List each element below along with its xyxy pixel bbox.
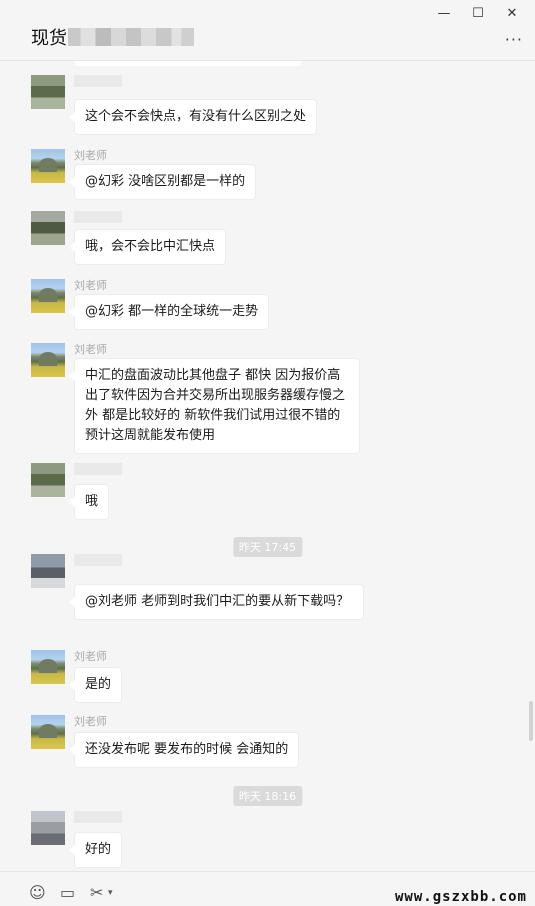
avatar[interactable]	[31, 463, 65, 497]
message-bubble[interactable]: @幻彩 没啥区别都是一样的	[68, 164, 257, 200]
message-bubble[interactable]: 哦	[68, 484, 110, 520]
message-bubble[interactable]: 好的	[68, 832, 123, 868]
chevron-down-icon[interactable]: ▾	[108, 888, 113, 898]
message-bubble[interactable]: 这个会不会快点，有没有什么区别之处	[68, 99, 318, 135]
title-bar: — ☐ ✕ 现货 ···	[0, 0, 535, 61]
previous-message-bubble	[74, 61, 302, 66]
blurred-title-text	[68, 28, 194, 46]
sender-name-blurred	[74, 211, 122, 223]
maximize-button[interactable]: ☐	[461, 4, 495, 22]
sender-name: 刘老师	[74, 149, 107, 162]
avatar[interactable]	[31, 650, 65, 684]
sender-name-blurred	[74, 463, 122, 475]
message-list[interactable]: 这个会不会快点，有没有什么区别之处 刘老师 @幻彩 没啥区别都是一样的 哦，会不…	[0, 61, 535, 871]
more-options-button[interactable]: ···	[505, 30, 523, 49]
sender-name-blurred	[74, 811, 122, 823]
window-controls: — ☐ ✕	[427, 4, 529, 22]
avatar[interactable]	[31, 75, 65, 109]
minimize-button[interactable]: —	[427, 4, 461, 22]
chat-window: — ☐ ✕ 现货 ··· 这个会不会快点，有没有什么区别之处 刘老师 @幻彩 没…	[0, 0, 535, 906]
message-bubble[interactable]: @幻彩 都一样的全球统一走势	[68, 294, 270, 330]
avatar[interactable]	[31, 811, 65, 845]
sender-name: 刘老师	[74, 650, 107, 663]
folder-icon[interactable]: ▭	[60, 883, 75, 902]
avatar[interactable]	[31, 279, 65, 313]
avatar[interactable]	[31, 149, 65, 183]
timestamp: 昨天 18:16	[232, 786, 303, 806]
avatar[interactable]	[31, 715, 65, 749]
avatar[interactable]	[31, 211, 65, 245]
smiley-icon[interactable]: ☺	[29, 883, 46, 902]
sender-name: 刘老师	[74, 279, 107, 292]
avatar[interactable]	[31, 343, 65, 377]
close-button[interactable]: ✕	[495, 4, 529, 22]
avatar[interactable]	[31, 554, 65, 588]
sender-name-blurred	[74, 75, 122, 87]
scissors-icon[interactable]: ✂	[90, 883, 103, 902]
scrollbar-thumb[interactable]	[529, 701, 533, 741]
sender-name-blurred	[74, 554, 122, 566]
message-bubble[interactable]: 中汇的盘面波动比其他盘子 都快 因为报价高 出了软件因为合并交易所出现服务器缓存…	[69, 358, 360, 454]
timestamp: 昨天 17:45	[232, 537, 303, 557]
message-bubble[interactable]: 是的	[68, 667, 123, 703]
sender-name: 刘老师	[74, 715, 107, 728]
chat-title: 现货	[31, 28, 67, 49]
message-bubble[interactable]: 哦，会不会比中汇快点	[68, 229, 227, 265]
watermark: www.gszxbb.com	[394, 889, 527, 905]
message-bubble[interactable]: @刘老师 老师到时我们中汇的要从新下载吗？	[69, 584, 364, 620]
sender-name: 刘老师	[74, 343, 107, 356]
message-bubble[interactable]: 还没发布呢 要发布的时候 会通知的	[68, 732, 300, 768]
